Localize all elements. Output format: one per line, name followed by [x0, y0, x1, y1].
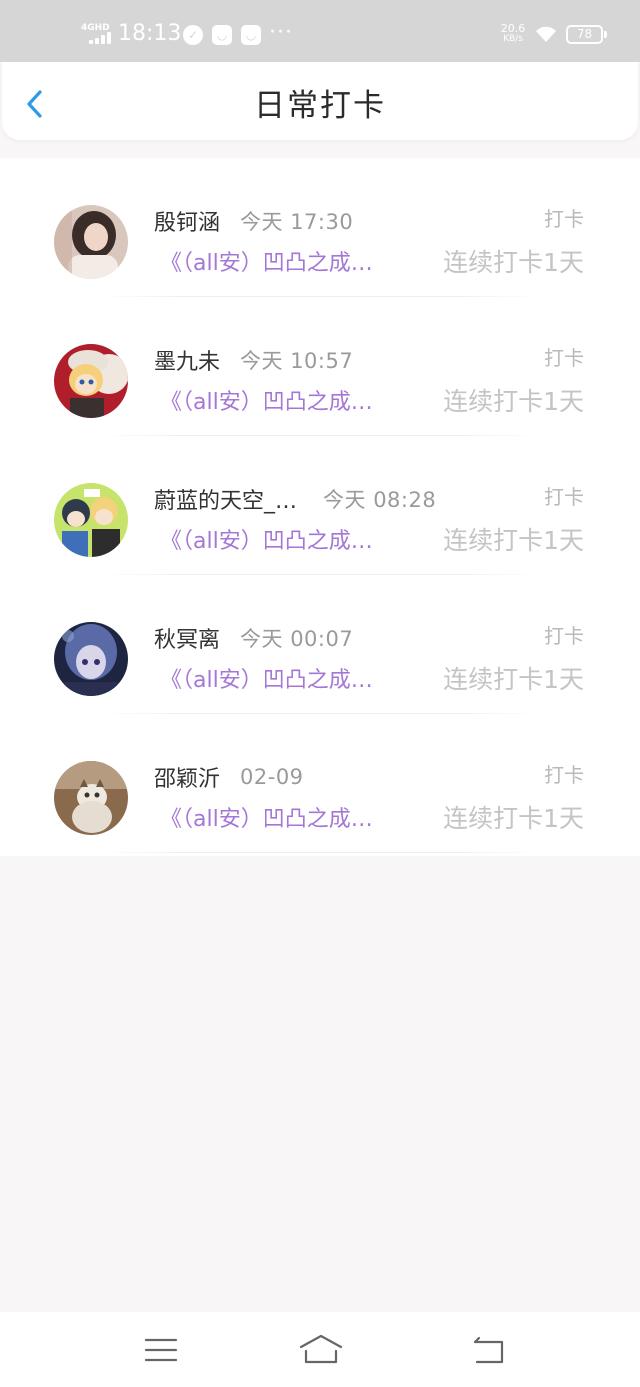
- user-name[interactable]: 墨九未: [154, 344, 220, 376]
- avatar[interactable]: [54, 622, 128, 696]
- list-item[interactable]: 蔚蓝的天空_… 今天 08:28 打卡 《（all安）凹凸之成… 连续打卡1天: [0, 436, 640, 575]
- menu-icon[interactable]: [141, 1332, 181, 1368]
- notification-app-icon-2: ◡: [241, 25, 261, 45]
- checkin-time: 今天 08:28: [323, 488, 437, 512]
- home-icon[interactable]: [298, 1332, 344, 1368]
- book-link[interactable]: 《（all安）凹凸之成…: [160, 388, 373, 418]
- more-notifications-icon: ···: [269, 20, 293, 45]
- book-link[interactable]: 《（all安）凹凸之成…: [160, 249, 373, 279]
- checkin-tag: 打卡: [544, 207, 584, 231]
- list-item[interactable]: 邵颖沂 02-09 打卡 《（all安）凹凸之成… 连续打卡1天: [0, 714, 640, 853]
- book-link[interactable]: 《（all安）凹凸之成…: [160, 666, 373, 696]
- list-item[interactable]: 秋冥离 今天 00:07 打卡 《（all安）凹凸之成… 连续打卡1天: [0, 575, 640, 714]
- streak-label: 连续打卡1天: [443, 387, 584, 416]
- clock: 18:13: [118, 21, 182, 46]
- speed-unit: KB/s: [503, 34, 523, 44]
- notification-app-icon: ◡: [212, 25, 232, 45]
- checkin-time: 今天 10:57: [240, 349, 354, 373]
- user-name[interactable]: 殷钶涵: [154, 205, 220, 237]
- checkin-time: 今天 00:07: [240, 627, 354, 651]
- checkin-tag: 打卡: [544, 763, 584, 787]
- book-link[interactable]: 《（all安）凹凸之成…: [160, 805, 373, 835]
- avatar[interactable]: [54, 205, 128, 279]
- list-item[interactable]: 殷钶涵 今天 17:30 打卡 《（all安）凹凸之成… 连续打卡1天: [0, 158, 640, 297]
- checkin-time: 今天 17:30: [240, 210, 354, 234]
- streak-label: 连续打卡1天: [443, 526, 584, 555]
- list-item[interactable]: 墨九未 今天 10:57 打卡 《（all安）凹凸之成… 连续打卡1天: [0, 297, 640, 436]
- user-name[interactable]: 蔚蓝的天空_…: [154, 483, 297, 515]
- system-nav-bar: [0, 1312, 640, 1387]
- back-icon[interactable]: [469, 1332, 509, 1368]
- network-speed: 20.6 KB/s: [498, 23, 528, 45]
- user-name[interactable]: 秋冥离: [154, 622, 220, 654]
- wifi-icon: [536, 26, 556, 42]
- speed-value: 20.6: [500, 22, 526, 35]
- checkin-tag: 打卡: [544, 624, 584, 648]
- streak-label: 连续打卡1天: [443, 665, 584, 694]
- battery-icon: 78: [566, 25, 607, 44]
- checkin-time: 02-09: [240, 765, 304, 789]
- divider: [100, 852, 540, 853]
- checkin-tag: 打卡: [544, 485, 584, 509]
- avatar[interactable]: [54, 761, 128, 835]
- compass-icon: ✓: [183, 25, 203, 45]
- user-name[interactable]: 邵颖沂: [154, 761, 220, 793]
- checkin-list: 殷钶涵 今天 17:30 打卡 《（all安）凹凸之成… 连续打卡1天 墨九未 …: [0, 158, 640, 856]
- streak-label: 连续打卡1天: [443, 248, 584, 277]
- header: 日常打卡: [2, 62, 638, 140]
- avatar[interactable]: [54, 483, 128, 557]
- streak-label: 连续打卡1天: [443, 804, 584, 833]
- book-link[interactable]: 《（all安）凹凸之成…: [160, 527, 373, 557]
- signal-icon: [89, 32, 113, 44]
- checkin-tag: 打卡: [544, 346, 584, 370]
- status-bar: 4GHD 18:13 ✓ ◡ ◡ ··· 20.6 KB/s 78: [0, 0, 640, 62]
- avatar[interactable]: [54, 344, 128, 418]
- page-title: 日常打卡: [254, 88, 386, 124]
